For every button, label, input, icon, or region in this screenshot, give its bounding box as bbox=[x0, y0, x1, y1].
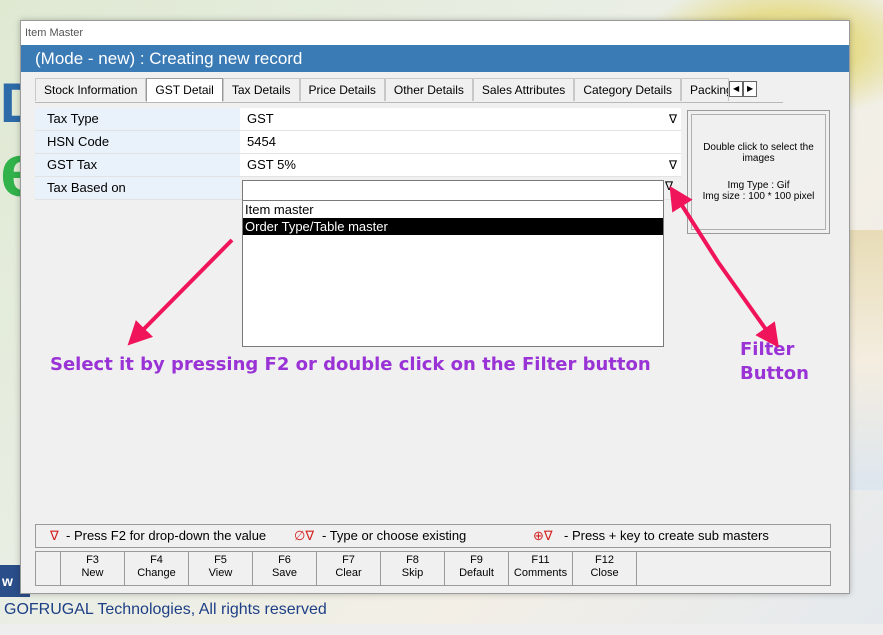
f4-change-button[interactable]: F4 Change bbox=[125, 552, 189, 585]
tab-gst-detail[interactable]: GST Detail bbox=[146, 78, 223, 102]
fkey-code: F5 bbox=[214, 554, 227, 566]
fkey-code: F8 bbox=[406, 554, 419, 566]
tax-type-label: Tax Type bbox=[35, 108, 240, 130]
hsn-code-value: 5454 bbox=[247, 134, 276, 149]
window-title: Item Master bbox=[21, 21, 849, 45]
gst-tax-field[interactable]: GST 5% ∇ bbox=[240, 154, 681, 176]
fkey-label: Save bbox=[271, 567, 298, 579]
image-size-text: Img size : 100 * 100 pixel bbox=[702, 191, 815, 202]
f9-default-button[interactable]: F9 Default bbox=[445, 552, 509, 585]
hsn-code-field[interactable]: 5454 bbox=[240, 131, 681, 153]
f8-skip-button[interactable]: F8 Skip bbox=[381, 552, 445, 585]
mode-banner: (Mode - new) : Creating new record bbox=[21, 45, 849, 72]
f11-comments-button[interactable]: F11 Comments bbox=[509, 552, 573, 585]
annotation-filter-label-line1: Filter bbox=[740, 339, 795, 360]
fkey-label: New bbox=[81, 567, 104, 579]
tab-sales-attributes[interactable]: Sales Attributes bbox=[472, 78, 575, 101]
legend-dropdown-text: - Press F2 for drop-down the value bbox=[66, 528, 267, 543]
legend-sub-master-text: - Press + key to create sub masters bbox=[564, 528, 769, 543]
tab-strip: Stock Information GST Detail Tax Details… bbox=[35, 78, 783, 103]
image-select-panel[interactable]: Double click to select the images Img Ty… bbox=[687, 110, 830, 234]
fkey-spacer bbox=[36, 552, 61, 585]
f7-clear-button[interactable]: F7 Clear bbox=[317, 552, 381, 585]
dropdown-icon[interactable]: ∇ bbox=[669, 108, 677, 130]
f6-save-button[interactable]: F6 Save bbox=[253, 552, 317, 585]
field-row-tax-type: Tax Type GST ∇ bbox=[35, 108, 681, 131]
function-key-bar: F3 New F4 Change F5 View F6 Save F7 Clear F8 S… bbox=[35, 551, 831, 586]
tab-stock-information[interactable]: Stock Information bbox=[35, 78, 147, 101]
dropdown-option-order-type-table-master[interactable]: Order Type/Table master bbox=[243, 218, 663, 235]
fkey-code: F4 bbox=[150, 554, 163, 566]
tax-based-on-input[interactable] bbox=[242, 180, 664, 202]
f5-view-button[interactable]: F5 View bbox=[189, 552, 253, 585]
dropdown-option-item-master[interactable]: Item master bbox=[243, 201, 663, 218]
image-hint-text: Double click to select the images bbox=[703, 142, 814, 164]
annotation-filter-label-line2: Button bbox=[740, 363, 809, 384]
legend-bar: ∇ - Press F2 for drop-down the value ∅∇ … bbox=[35, 524, 831, 548]
hsn-code-label: HSN Code bbox=[35, 131, 240, 153]
fkey-code: F12 bbox=[595, 554, 614, 566]
tax-based-on-label: Tax Based on bbox=[35, 177, 240, 199]
fkey-code: F3 bbox=[86, 554, 99, 566]
tax-type-field[interactable]: GST ∇ bbox=[240, 108, 681, 130]
fkey-label: Skip bbox=[401, 567, 424, 579]
tax-based-on-dropdown-list: Item master Order Type/Table master bbox=[242, 200, 664, 347]
tab-packing[interactable]: Packing bbox=[681, 78, 730, 101]
fkey-code: F11 bbox=[531, 554, 550, 566]
item-master-window: Item Master (Mode - new) : Creating new … bbox=[20, 20, 850, 594]
fkey-code: F6 bbox=[278, 554, 291, 566]
image-select-area[interactable]: Double click to select the images Img Ty… bbox=[691, 114, 826, 230]
fkey-label: Comments bbox=[513, 567, 568, 579]
fkey-label: View bbox=[208, 567, 233, 579]
fkey-label: Clear bbox=[335, 567, 362, 579]
fkey-label: Change bbox=[137, 567, 176, 579]
dropdown-icon[interactable]: ∇ bbox=[669, 154, 677, 176]
legend-type-choose-text: - Type or choose existing bbox=[322, 528, 467, 543]
type-or-choose-legend-icon: ∅∇ bbox=[294, 528, 315, 543]
f12-close-button[interactable]: F12 Close bbox=[573, 552, 637, 585]
gst-tax-value: GST 5% bbox=[247, 157, 296, 172]
fkey-label: Default bbox=[459, 567, 494, 579]
tab-scroll-left-icon[interactable]: ◀ bbox=[729, 81, 744, 97]
background-bottom-bar bbox=[0, 624, 883, 635]
fkey-label: Close bbox=[590, 567, 619, 579]
tab-scroll-right-icon[interactable]: ▶ bbox=[743, 81, 758, 97]
field-row-gst-tax: GST Tax GST 5% ∇ bbox=[35, 154, 681, 177]
fkey-code: F9 bbox=[470, 554, 483, 566]
fkey-code: F7 bbox=[342, 554, 355, 566]
tab-category-details[interactable]: Category Details bbox=[574, 78, 682, 101]
tab-scroll-buttons: ◀ ▶ bbox=[729, 81, 758, 102]
create-sub-master-legend-icon: ⊕∇ bbox=[533, 528, 553, 543]
dropdown-legend-icon: ∇ bbox=[50, 528, 59, 543]
tax-type-value: GST bbox=[247, 111, 274, 126]
f3-new-button[interactable]: F3 New bbox=[61, 552, 125, 585]
gst-tax-label: GST Tax bbox=[35, 154, 240, 176]
tab-tax-details[interactable]: Tax Details bbox=[222, 78, 300, 101]
tab-price-details[interactable]: Price Details bbox=[299, 78, 385, 101]
tab-other-details[interactable]: Other Details bbox=[384, 78, 473, 101]
filter-button-icon[interactable]: ∇ bbox=[665, 179, 673, 193]
image-type-text: Img Type : Gif bbox=[727, 180, 790, 191]
annotation-select-instruction: Select it by pressing F2 or double click… bbox=[50, 354, 651, 375]
field-row-hsn-code: HSN Code 5454 bbox=[35, 131, 681, 154]
background-footer-text: GOFRUGAL Technologies, All rights reserv… bbox=[4, 601, 327, 618]
